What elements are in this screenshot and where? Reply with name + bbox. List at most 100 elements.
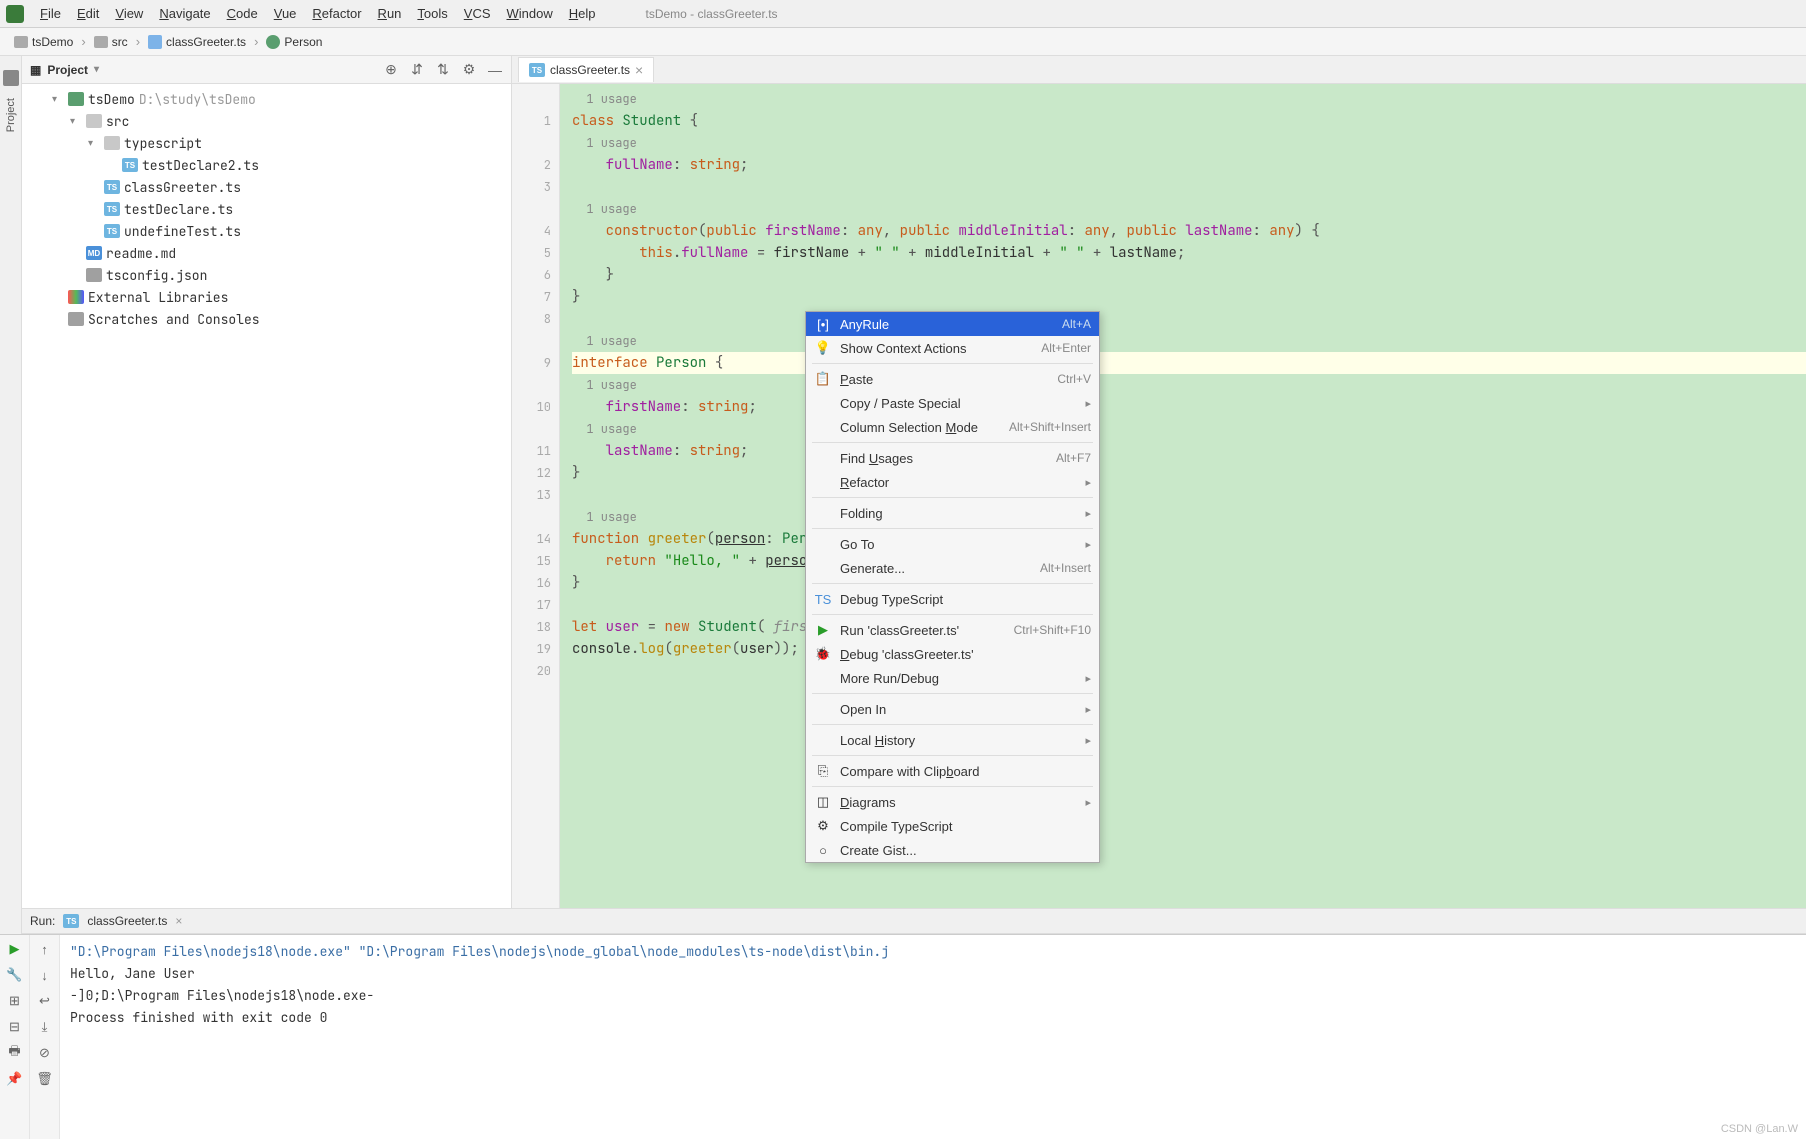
menu-edit[interactable]: Edit bbox=[69, 3, 107, 24]
breadcrumb-person[interactable]: Person bbox=[260, 33, 328, 51]
menu-item-copypastespecial[interactable]: Copy / Paste Special▸ bbox=[806, 391, 1099, 415]
tree-node-typescript[interactable]: ▾typescript bbox=[22, 132, 511, 154]
chevron-down-icon[interactable]: ▾ bbox=[94, 64, 99, 75]
tree-node-tsconfigjson[interactable]: tsconfig.json bbox=[22, 264, 511, 286]
code-line[interactable]: fullName: string; bbox=[572, 154, 1806, 176]
tree-node-scratchesandconsoles[interactable]: Scratches and Consoles bbox=[22, 308, 511, 330]
code-line[interactable]: constructor(public firstName: any, publi… bbox=[572, 220, 1806, 242]
collapse-icon[interactable]: ⇅ bbox=[435, 62, 451, 78]
code-line[interactable]: return "Hello, " + person.firstNa bbox=[572, 550, 1806, 572]
menu-item-findusages[interactable]: Find UsagesAlt+F7 bbox=[806, 446, 1099, 470]
tree-node-readmemd[interactable]: MDreadme.md bbox=[22, 242, 511, 264]
expand-icon[interactable]: ⇵ bbox=[409, 62, 425, 78]
usage-hint[interactable]: 1 usage bbox=[572, 330, 1806, 352]
menu-item-debugtypescript[interactable]: TSDebug TypeScript bbox=[806, 587, 1099, 611]
menu-item-localhistory[interactable]: Local History▸ bbox=[806, 728, 1099, 752]
menu-view[interactable]: View bbox=[107, 3, 151, 24]
menu-run[interactable]: Run bbox=[370, 3, 410, 24]
run-output[interactable]: "D:\Program Files\nodejs18\node.exe" "D:… bbox=[60, 935, 1806, 1139]
project-dropdown-icon[interactable]: ▦ bbox=[30, 63, 41, 77]
wrap-icon[interactable]: ↩ bbox=[37, 993, 53, 1009]
tree-node-testdeclarets[interactable]: TStestDeclare.ts bbox=[22, 198, 511, 220]
breadcrumb-classgreeterts[interactable]: classGreeter.ts bbox=[142, 33, 252, 51]
usage-hint[interactable]: 1 usage bbox=[572, 418, 1806, 440]
code-line[interactable]: class Student { bbox=[572, 110, 1806, 132]
tab-classgreeter[interactable]: TS classGreeter.ts × bbox=[518, 57, 654, 82]
menu-tools[interactable]: Tools bbox=[409, 3, 455, 24]
menu-navigate[interactable]: Navigate bbox=[151, 3, 218, 24]
code-line[interactable]: lastName: string; bbox=[572, 440, 1806, 462]
usage-hint[interactable]: 1 usage bbox=[572, 374, 1806, 396]
down-icon[interactable]: ↓ bbox=[37, 967, 53, 983]
menu-item-generate[interactable]: Generate...Alt+Insert bbox=[806, 556, 1099, 580]
trash-icon[interactable]: 🗑 bbox=[37, 1071, 53, 1087]
tree-node-testdeclare2ts[interactable]: TStestDeclare2.ts bbox=[22, 154, 511, 176]
menu-item-paste[interactable]: 📋PasteCtrl+V bbox=[806, 367, 1099, 391]
code-line[interactable] bbox=[572, 308, 1806, 330]
code-line[interactable]: interface Person { bbox=[572, 352, 1806, 374]
up-icon[interactable]: ↑ bbox=[37, 941, 53, 957]
menu-item-showcontextactions[interactable]: 💡Show Context ActionsAlt+Enter bbox=[806, 336, 1099, 360]
menu-refactor[interactable]: Refactor bbox=[304, 3, 369, 24]
usage-hint[interactable]: 1 usage bbox=[572, 506, 1806, 528]
tree-node-classgreeterts[interactable]: TSclassGreeter.ts bbox=[22, 176, 511, 198]
print-icon[interactable]: 🖶 bbox=[7, 1045, 23, 1061]
expand-toggle-icon[interactable]: ▾ bbox=[70, 116, 82, 127]
menu-item-debugclassgreeterts[interactable]: 🐞Debug 'classGreeter.ts' bbox=[806, 642, 1099, 666]
target-icon[interactable]: ⊕ bbox=[383, 62, 399, 78]
breadcrumb-tsdemo[interactable]: tsDemo bbox=[8, 33, 79, 51]
code-line[interactable]: this.fullName = firstName + " " + middle… bbox=[572, 242, 1806, 264]
menu-item-compiletypescript[interactable]: ⚙Compile TypeScript bbox=[806, 814, 1099, 838]
wrench-icon[interactable]: 🔧 bbox=[7, 967, 23, 983]
code-line[interactable] bbox=[572, 660, 1806, 682]
close-icon[interactable]: × bbox=[635, 62, 643, 78]
usage-hint[interactable]: 1 usage bbox=[572, 198, 1806, 220]
code-line[interactable]: } bbox=[572, 572, 1806, 594]
run-tab-label[interactable]: classGreeter.ts bbox=[87, 914, 167, 928]
code-line[interactable]: } bbox=[572, 286, 1806, 308]
code-line[interactable]: console.log(greeter(user)); bbox=[572, 638, 1806, 660]
clear-icon[interactable]: ⊘ bbox=[37, 1045, 53, 1061]
layout2-icon[interactable]: ⊟ bbox=[7, 1019, 23, 1035]
code-line[interactable]: firstName: string; bbox=[572, 396, 1806, 418]
menu-item-morerundebug[interactable]: More Run/Debug▸ bbox=[806, 666, 1099, 690]
usage-hint[interactable]: 1 usage bbox=[572, 88, 1806, 110]
tree-node-undefinetestts[interactable]: TSundefineTest.ts bbox=[22, 220, 511, 242]
menu-item-runclassgreeterts[interactable]: ▶Run 'classGreeter.ts'Ctrl+Shift+F10 bbox=[806, 618, 1099, 642]
menu-item-goto[interactable]: Go To▸ bbox=[806, 532, 1099, 556]
menu-code[interactable]: Code bbox=[219, 3, 266, 24]
pin-icon[interactable]: 📌 bbox=[7, 1071, 23, 1087]
code-line[interactable] bbox=[572, 594, 1806, 616]
code-line[interactable]: function greeter(person: Person) { bbox=[572, 528, 1806, 550]
expand-toggle-icon[interactable]: ▾ bbox=[88, 138, 100, 149]
menu-item-refactor[interactable]: Refactor▸ bbox=[806, 470, 1099, 494]
code-line[interactable]: let user = new Student( firstName: "J bbox=[572, 616, 1806, 638]
project-rail-label[interactable]: Project bbox=[5, 90, 17, 140]
code-line[interactable]: } bbox=[572, 462, 1806, 484]
code-line[interactable]: } bbox=[572, 264, 1806, 286]
menu-item-openin[interactable]: Open In▸ bbox=[806, 697, 1099, 721]
menu-item-columnselectionmode[interactable]: Column Selection ModeAlt+Shift+Insert bbox=[806, 415, 1099, 439]
tree-node-externallibraries[interactable]: External Libraries bbox=[22, 286, 511, 308]
menu-help[interactable]: Help bbox=[561, 3, 604, 24]
close-icon[interactable]: × bbox=[175, 914, 182, 928]
breadcrumb-src[interactable]: src bbox=[88, 33, 134, 51]
gear-icon[interactable]: ⚙ bbox=[461, 62, 477, 78]
menu-item-anyrule[interactable]: [•]AnyRuleAlt+A bbox=[806, 312, 1099, 336]
tree-node-tsdemo[interactable]: ▾tsDemo D:\study\tsDemo bbox=[22, 88, 511, 110]
menu-vue[interactable]: Vue bbox=[266, 3, 305, 24]
layout-icon[interactable]: ⊞ bbox=[7, 993, 23, 1009]
scroll-icon[interactable]: ⤓ bbox=[37, 1019, 53, 1035]
menu-window[interactable]: Window bbox=[499, 3, 561, 24]
menu-item-creategist[interactable]: ○Create Gist... bbox=[806, 838, 1099, 862]
minimize-icon[interactable]: — bbox=[487, 62, 503, 78]
rerun-icon[interactable]: ▶ bbox=[7, 941, 23, 957]
expand-toggle-icon[interactable]: ▾ bbox=[52, 94, 64, 105]
menu-file[interactable]: File bbox=[32, 3, 69, 24]
menu-item-folding[interactable]: Folding▸ bbox=[806, 501, 1099, 525]
usage-hint[interactable]: 1 usage bbox=[572, 132, 1806, 154]
menu-item-diagrams[interactable]: ◫Diagrams▸ bbox=[806, 790, 1099, 814]
project-tool-icon[interactable] bbox=[3, 70, 19, 86]
menu-item-comparewithclipboard[interactable]: ⎘Compare with Clipboard bbox=[806, 759, 1099, 783]
code-line[interactable] bbox=[572, 176, 1806, 198]
